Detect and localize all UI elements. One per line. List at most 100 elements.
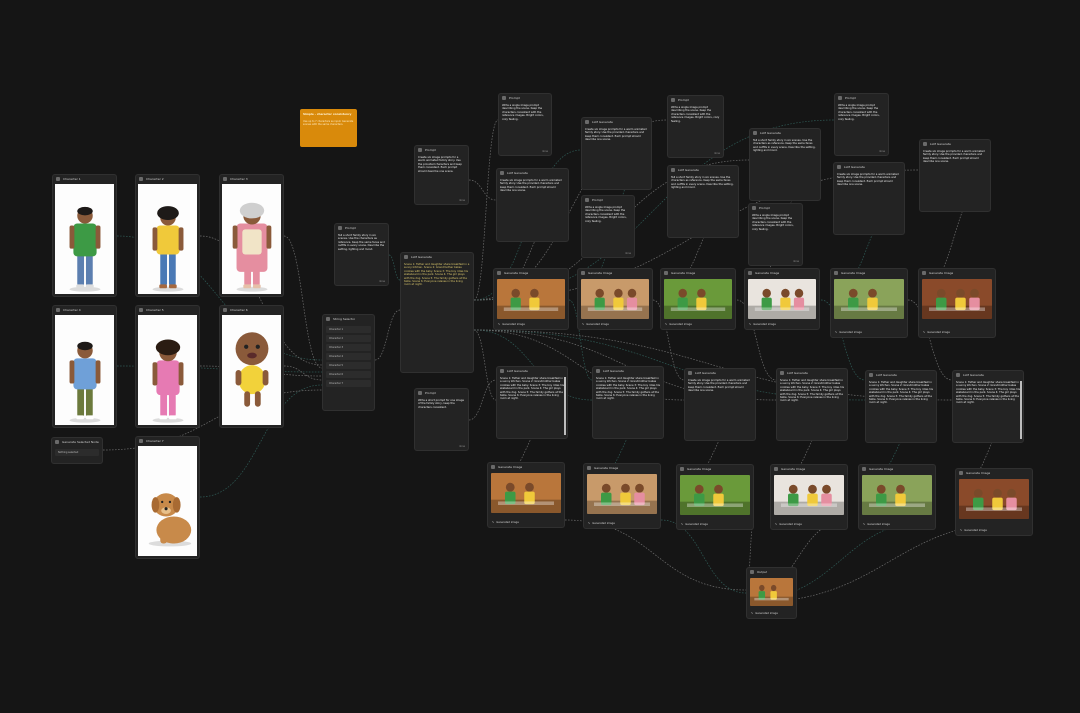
node-header[interactable]: Character 3: [220, 175, 283, 183]
node-collapse-icon[interactable]: [418, 148, 422, 152]
node-collapse-icon[interactable]: [139, 439, 143, 443]
node-collapse-icon[interactable]: [55, 440, 59, 444]
generate-image-node-2[interactable]: Generate Image ✎ Generated image: [577, 268, 653, 330]
node-header[interactable]: LLM Generate: [497, 169, 568, 177]
generated-image[interactable]: [834, 279, 904, 319]
output-image-node-6[interactable]: Generate Image ✎ Generated image: [955, 468, 1033, 536]
selector-row[interactable]: Character 1: [326, 326, 371, 333]
llm-node-1[interactable]: LLM Generate Create six image prompts for…: [496, 168, 569, 242]
node-collapse-icon[interactable]: [671, 168, 675, 172]
pencil-icon[interactable]: ✎: [588, 522, 590, 525]
node-header[interactable]: LLM Generate: [777, 369, 847, 377]
node-header[interactable]: Generate Selected Nodes: [52, 438, 102, 446]
node-collapse-icon[interactable]: [587, 466, 591, 470]
selector-row[interactable]: Character 7: [326, 380, 371, 387]
node-header[interactable]: Generate Image: [771, 465, 847, 473]
node-text-area[interactable]: Create six image prompts for a warm anim…: [418, 156, 465, 201]
llm-node-2[interactable]: LLM Generate Create six image prompts for…: [581, 117, 652, 190]
node-header[interactable]: Generate Image: [919, 269, 995, 277]
node-text-area[interactable]: Tell a short family story in six scenes.…: [753, 139, 817, 197]
node-header[interactable]: Generate Image: [677, 465, 753, 473]
node-collapse-icon[interactable]: [671, 98, 675, 102]
node-header[interactable]: LLM Generate: [834, 163, 904, 171]
node-text-area[interactable]: Create six image prompts for a warm anim…: [837, 173, 901, 231]
selector-row[interactable]: Character 6: [326, 371, 371, 378]
node-collapse-icon[interactable]: [491, 465, 495, 469]
node-header[interactable]: Generate Image: [745, 269, 819, 277]
prompt-node-4[interactable]: Prompt Write a single image prompt descri…: [748, 203, 803, 266]
generated-image[interactable]: [862, 475, 932, 515]
pencil-icon[interactable]: ✎: [498, 323, 500, 326]
character-node-1[interactable]: Character 1: [52, 174, 117, 297]
node-header[interactable]: Prompt: [749, 204, 802, 212]
scrollbar[interactable]: [1020, 381, 1022, 439]
node-text-area[interactable]: Scene 1: Father and daughter share break…: [956, 381, 1020, 439]
node-header[interactable]: LLM Generate: [953, 371, 1023, 379]
prompt-node-b[interactable]: Prompt Tell a short family story in six s…: [334, 223, 389, 286]
node-collapse-icon[interactable]: [956, 373, 960, 377]
prompt-node-a[interactable]: Prompt Create six image prompts for a war…: [414, 145, 469, 205]
node-text-area[interactable]: Scene 1: Father and daughter share break…: [869, 381, 933, 439]
scrollbar[interactable]: [564, 377, 566, 435]
node-header[interactable]: Prompt: [835, 94, 888, 102]
node-header[interactable]: Generate Image: [661, 269, 735, 277]
node-header[interactable]: LLM Generate: [920, 140, 990, 148]
connection-wire[interactable]: [473, 329, 497, 401]
generated-image[interactable]: [748, 279, 816, 319]
node-header[interactable]: Generate Image: [494, 269, 568, 277]
node-header[interactable]: Prompt: [582, 196, 634, 204]
node-collapse-icon[interactable]: [922, 271, 926, 275]
output-image-node-1[interactable]: Generate Image ✎ Generated image: [487, 462, 565, 528]
node-collapse-icon[interactable]: [338, 226, 342, 230]
selector-row[interactable]: Character 3: [326, 344, 371, 351]
connection-wire[interactable]: [660, 519, 747, 594]
generate-image-node-1[interactable]: Generate Image ✎ Generated image: [493, 268, 569, 330]
connection-wire[interactable]: [374, 309, 401, 361]
node-text-area[interactable]: Scene 1: Father and daughter share break…: [596, 377, 660, 435]
node-collapse-icon[interactable]: [753, 131, 757, 135]
pencil-icon[interactable]: ✎: [923, 331, 925, 334]
node-collapse-icon[interactable]: [223, 308, 227, 312]
node-header[interactable]: LLM Generate: [685, 369, 755, 377]
node-header[interactable]: LLM Generate: [497, 367, 567, 375]
node-header[interactable]: Prompt: [415, 389, 468, 397]
node-collapse-icon[interactable]: [664, 271, 668, 275]
output-image-node-2[interactable]: Generate Image ✎ Generated image: [583, 463, 661, 529]
generate-image-node-4[interactable]: Generate Image ✎ Generated image: [744, 268, 820, 330]
generated-image[interactable]: [774, 475, 844, 515]
node-collapse-icon[interactable]: [750, 570, 754, 574]
llm-node-3[interactable]: LLM Generate Tell a short family story in…: [667, 165, 739, 238]
character-node-6[interactable]: Character 6: [219, 305, 284, 428]
node-text-area[interactable]: Scene 1: Father and daughter share break…: [780, 379, 844, 437]
node-collapse-icon[interactable]: [834, 271, 838, 275]
prompt-node-2[interactable]: Prompt Write a single image prompt descri…: [581, 195, 635, 258]
prompt-node-c[interactable]: Prompt Write a short prompt for one image…: [414, 388, 469, 451]
node-header[interactable]: Prompt: [499, 94, 551, 102]
llm-node-11[interactable]: LLM Generate Scene 1: Father and daughter…: [865, 370, 937, 443]
node-collapse-icon[interactable]: [139, 177, 143, 181]
node-text-area[interactable]: Write a single image prompt describing t…: [752, 214, 799, 262]
node-header[interactable]: Prompt: [415, 146, 468, 154]
node-header[interactable]: Character 4: [53, 306, 116, 314]
generated-image[interactable]: [664, 279, 732, 319]
node-text-area[interactable]: Create six image prompts for a warm anim…: [688, 379, 752, 437]
node-collapse-icon[interactable]: [585, 120, 589, 124]
node-collapse-icon[interactable]: [923, 142, 927, 146]
node-text-area[interactable]: Scene 1: Father and daughter share break…: [500, 377, 564, 435]
character-node-2[interactable]: Character 2: [135, 174, 200, 297]
generated-image[interactable]: [922, 279, 992, 319]
character-node-4[interactable]: Character 4: [52, 305, 117, 428]
node-text-area[interactable]: Tell a short family story in six scenes.…: [338, 234, 385, 282]
node-collapse-icon[interactable]: [500, 171, 504, 175]
node-header[interactable]: Generate Image: [584, 464, 660, 472]
generated-image[interactable]: [959, 479, 1029, 519]
node-collapse-icon[interactable]: [585, 198, 589, 202]
node-collapse-icon[interactable]: [223, 177, 227, 181]
node-text-area[interactable]: Write a short prompt for one image of th…: [418, 399, 465, 447]
pencil-icon[interactable]: ✎: [492, 521, 494, 524]
generated-image[interactable]: [497, 279, 565, 319]
node-header[interactable]: LLM Generate: [750, 129, 820, 137]
generated-image[interactable]: [491, 473, 561, 513]
node-collapse-icon[interactable]: [596, 369, 600, 373]
node-collapse-icon[interactable]: [418, 391, 422, 395]
